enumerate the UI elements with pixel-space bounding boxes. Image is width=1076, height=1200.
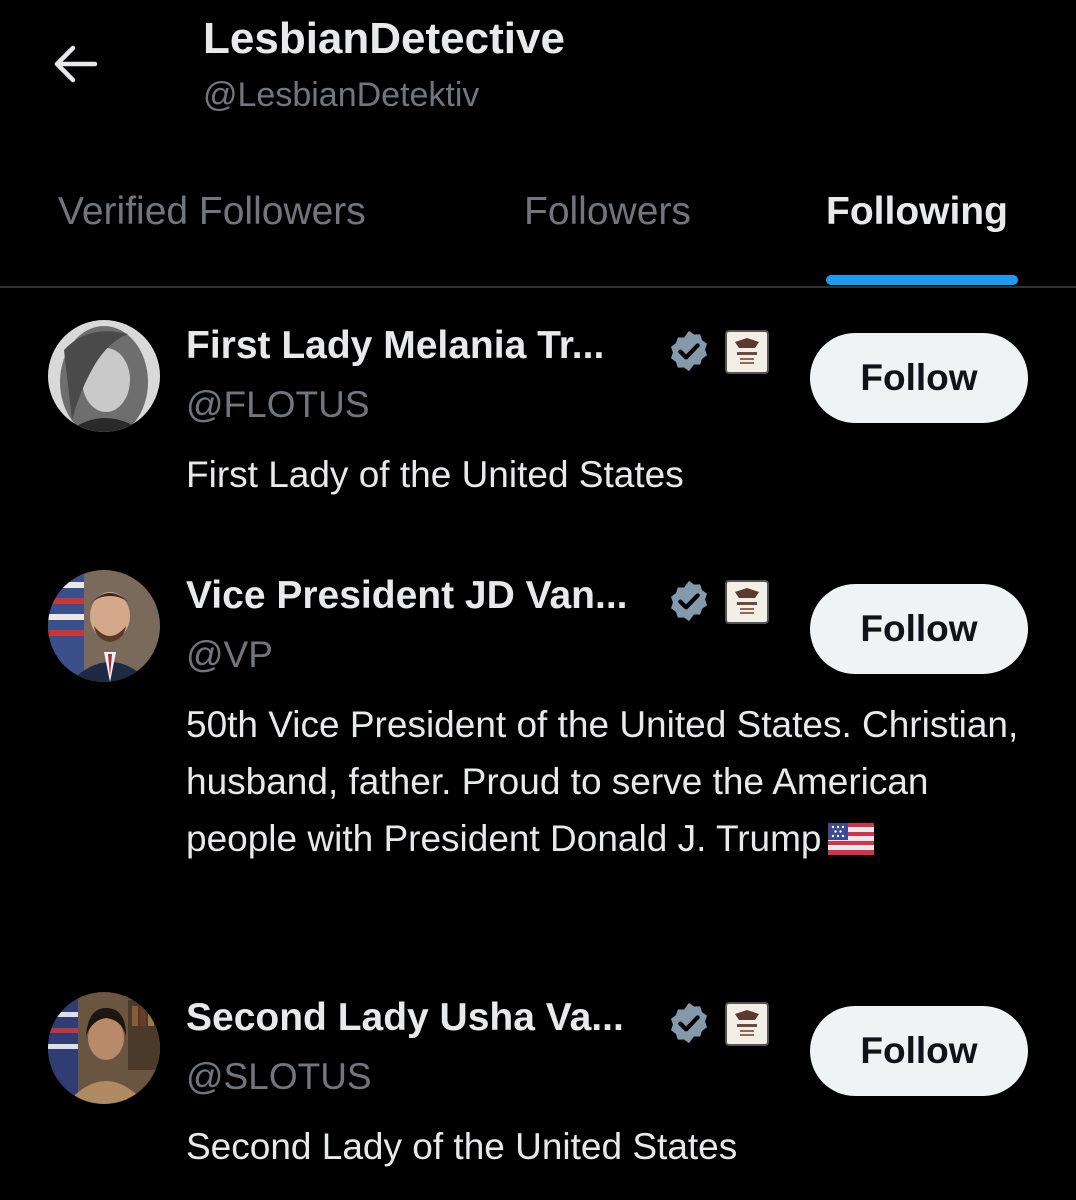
user-handle: @VP — [186, 634, 273, 675]
user-name[interactable]: Second Lady Usha Va... — [186, 996, 624, 1040]
user-handle: @FLOTUS — [186, 384, 370, 425]
follow-button[interactable]: Follow — [810, 333, 1028, 423]
white-house-affiliate-icon — [725, 330, 769, 374]
user-list-item[interactable]: Second Lady Usha Va... @SLOTUS Follow Se… — [0, 962, 1076, 1200]
white-house-affiliate-icon — [725, 580, 769, 624]
user-name[interactable]: Vice President JD Van... — [186, 574, 628, 618]
verified-government-icon — [670, 1002, 708, 1044]
tab-following[interactable]: Following — [826, 190, 1008, 234]
tab-followers[interactable]: Followers — [524, 190, 691, 234]
tab-verified-followers[interactable]: Verified Followers — [58, 190, 366, 234]
follow-button[interactable]: Follow — [810, 584, 1028, 674]
avatar[interactable] — [48, 992, 160, 1104]
user-list-item[interactable]: First Lady Melania Tr... @FLOTUS Follow … — [0, 290, 1076, 540]
white-house-affiliate-icon — [725, 1002, 769, 1046]
user-handle: @SLOTUS — [186, 1056, 372, 1097]
user-bio: First Lady of the United States — [186, 454, 684, 495]
avatar[interactable] — [48, 320, 160, 432]
user-list-item[interactable]: Vice President JD Van... @VP Follow 50th… — [0, 540, 1076, 960]
user-bio: 50th Vice President of the United States… — [186, 696, 1046, 867]
profile-handle: @LesbianDetektiv — [203, 76, 480, 114]
back-button[interactable] — [44, 38, 104, 90]
active-tab-indicator — [826, 275, 1018, 285]
verified-government-icon — [670, 330, 708, 372]
follow-button[interactable]: Follow — [810, 1006, 1028, 1096]
profile-header: LesbianDetective @LesbianDetektiv — [0, 0, 1076, 160]
profile-display-name: LesbianDetective — [203, 14, 565, 63]
avatar[interactable] — [48, 570, 160, 682]
verified-government-icon — [670, 580, 708, 622]
user-name[interactable]: First Lady Melania Tr... — [186, 324, 604, 368]
user-bio: Second Lady of the United States — [186, 1126, 738, 1167]
tab-bar: Verified Followers Followers Following — [0, 160, 1076, 288]
arrow-left-icon — [54, 45, 97, 83]
us-flag-icon — [827, 823, 874, 855]
user-bio-text: 50th Vice President of the United States… — [186, 704, 1019, 859]
